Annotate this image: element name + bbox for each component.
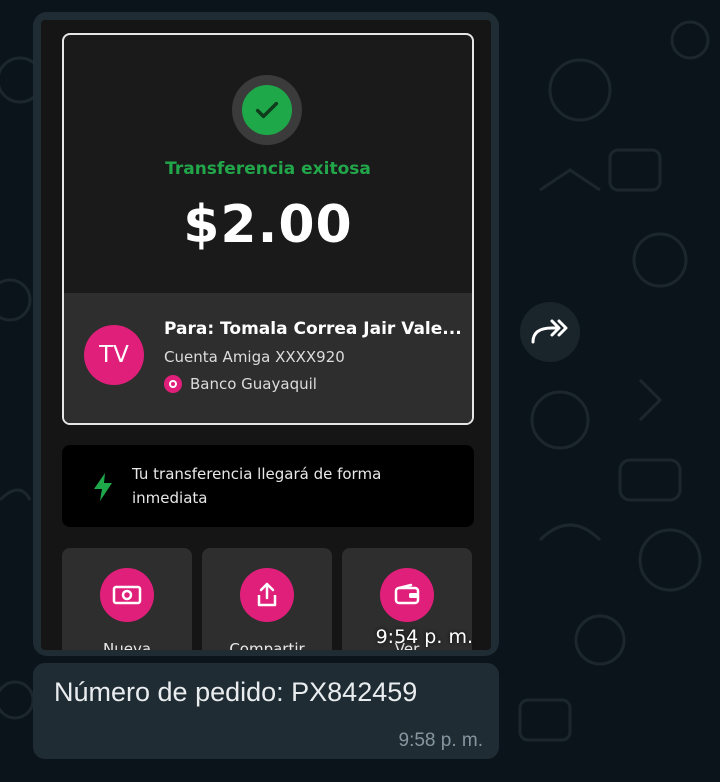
message-text: Número de pedido: PX842459 [54,677,418,707]
forward-button[interactable] [520,302,580,362]
cash-icon [100,568,154,622]
avatar: TV [84,325,144,385]
recipient-panel: TV Para: Tomala Correa Jair Vale... Cuen… [64,293,472,423]
share-button[interactable]: Compartir [202,548,332,650]
success-badge [232,75,302,145]
bank-logo-icon [164,375,182,393]
message-timestamp: 9:54 p. m. [375,626,473,648]
forward-icon [531,319,568,344]
status-text: Transferencia exitosa [165,159,371,179]
recipient-account: Cuenta Amiga XXXX920 [164,348,345,366]
lightning-icon [94,473,112,501]
share-icon [240,568,294,622]
wallet-icon [380,568,434,622]
transfer-receipt-card: Transferencia exitosa $2.00 TV Para: Tom… [62,33,474,425]
check-icon [242,85,292,135]
info-text: Tu transferencia llegará de forma inmedi… [132,465,382,507]
transfer-screenshot[interactable]: Transferencia exitosa $2.00 TV Para: Tom… [41,20,491,650]
share-label: Compartir [229,640,305,650]
bank-name: Banco Guayaquil [190,375,317,393]
message-timestamp: 9:58 p. m. [398,730,484,751]
recipient-name: Para: Tomala Correa Jair Vale... [164,319,462,339]
new-transfer-button[interactable]: Nueva [62,548,192,650]
text-message-bubble[interactable]: Número de pedido: PX842459 9:58 p. m. [33,663,499,759]
info-box: Tu transferencia llegará de forma inmedi… [62,445,474,527]
image-message-bubble[interactable]: Transferencia exitosa $2.00 TV Para: Tom… [33,12,499,656]
transfer-amount: $2.00 [183,195,353,255]
new-transfer-label: Nueva [102,640,152,650]
recipient-bank: Banco Guayaquil [164,375,317,393]
